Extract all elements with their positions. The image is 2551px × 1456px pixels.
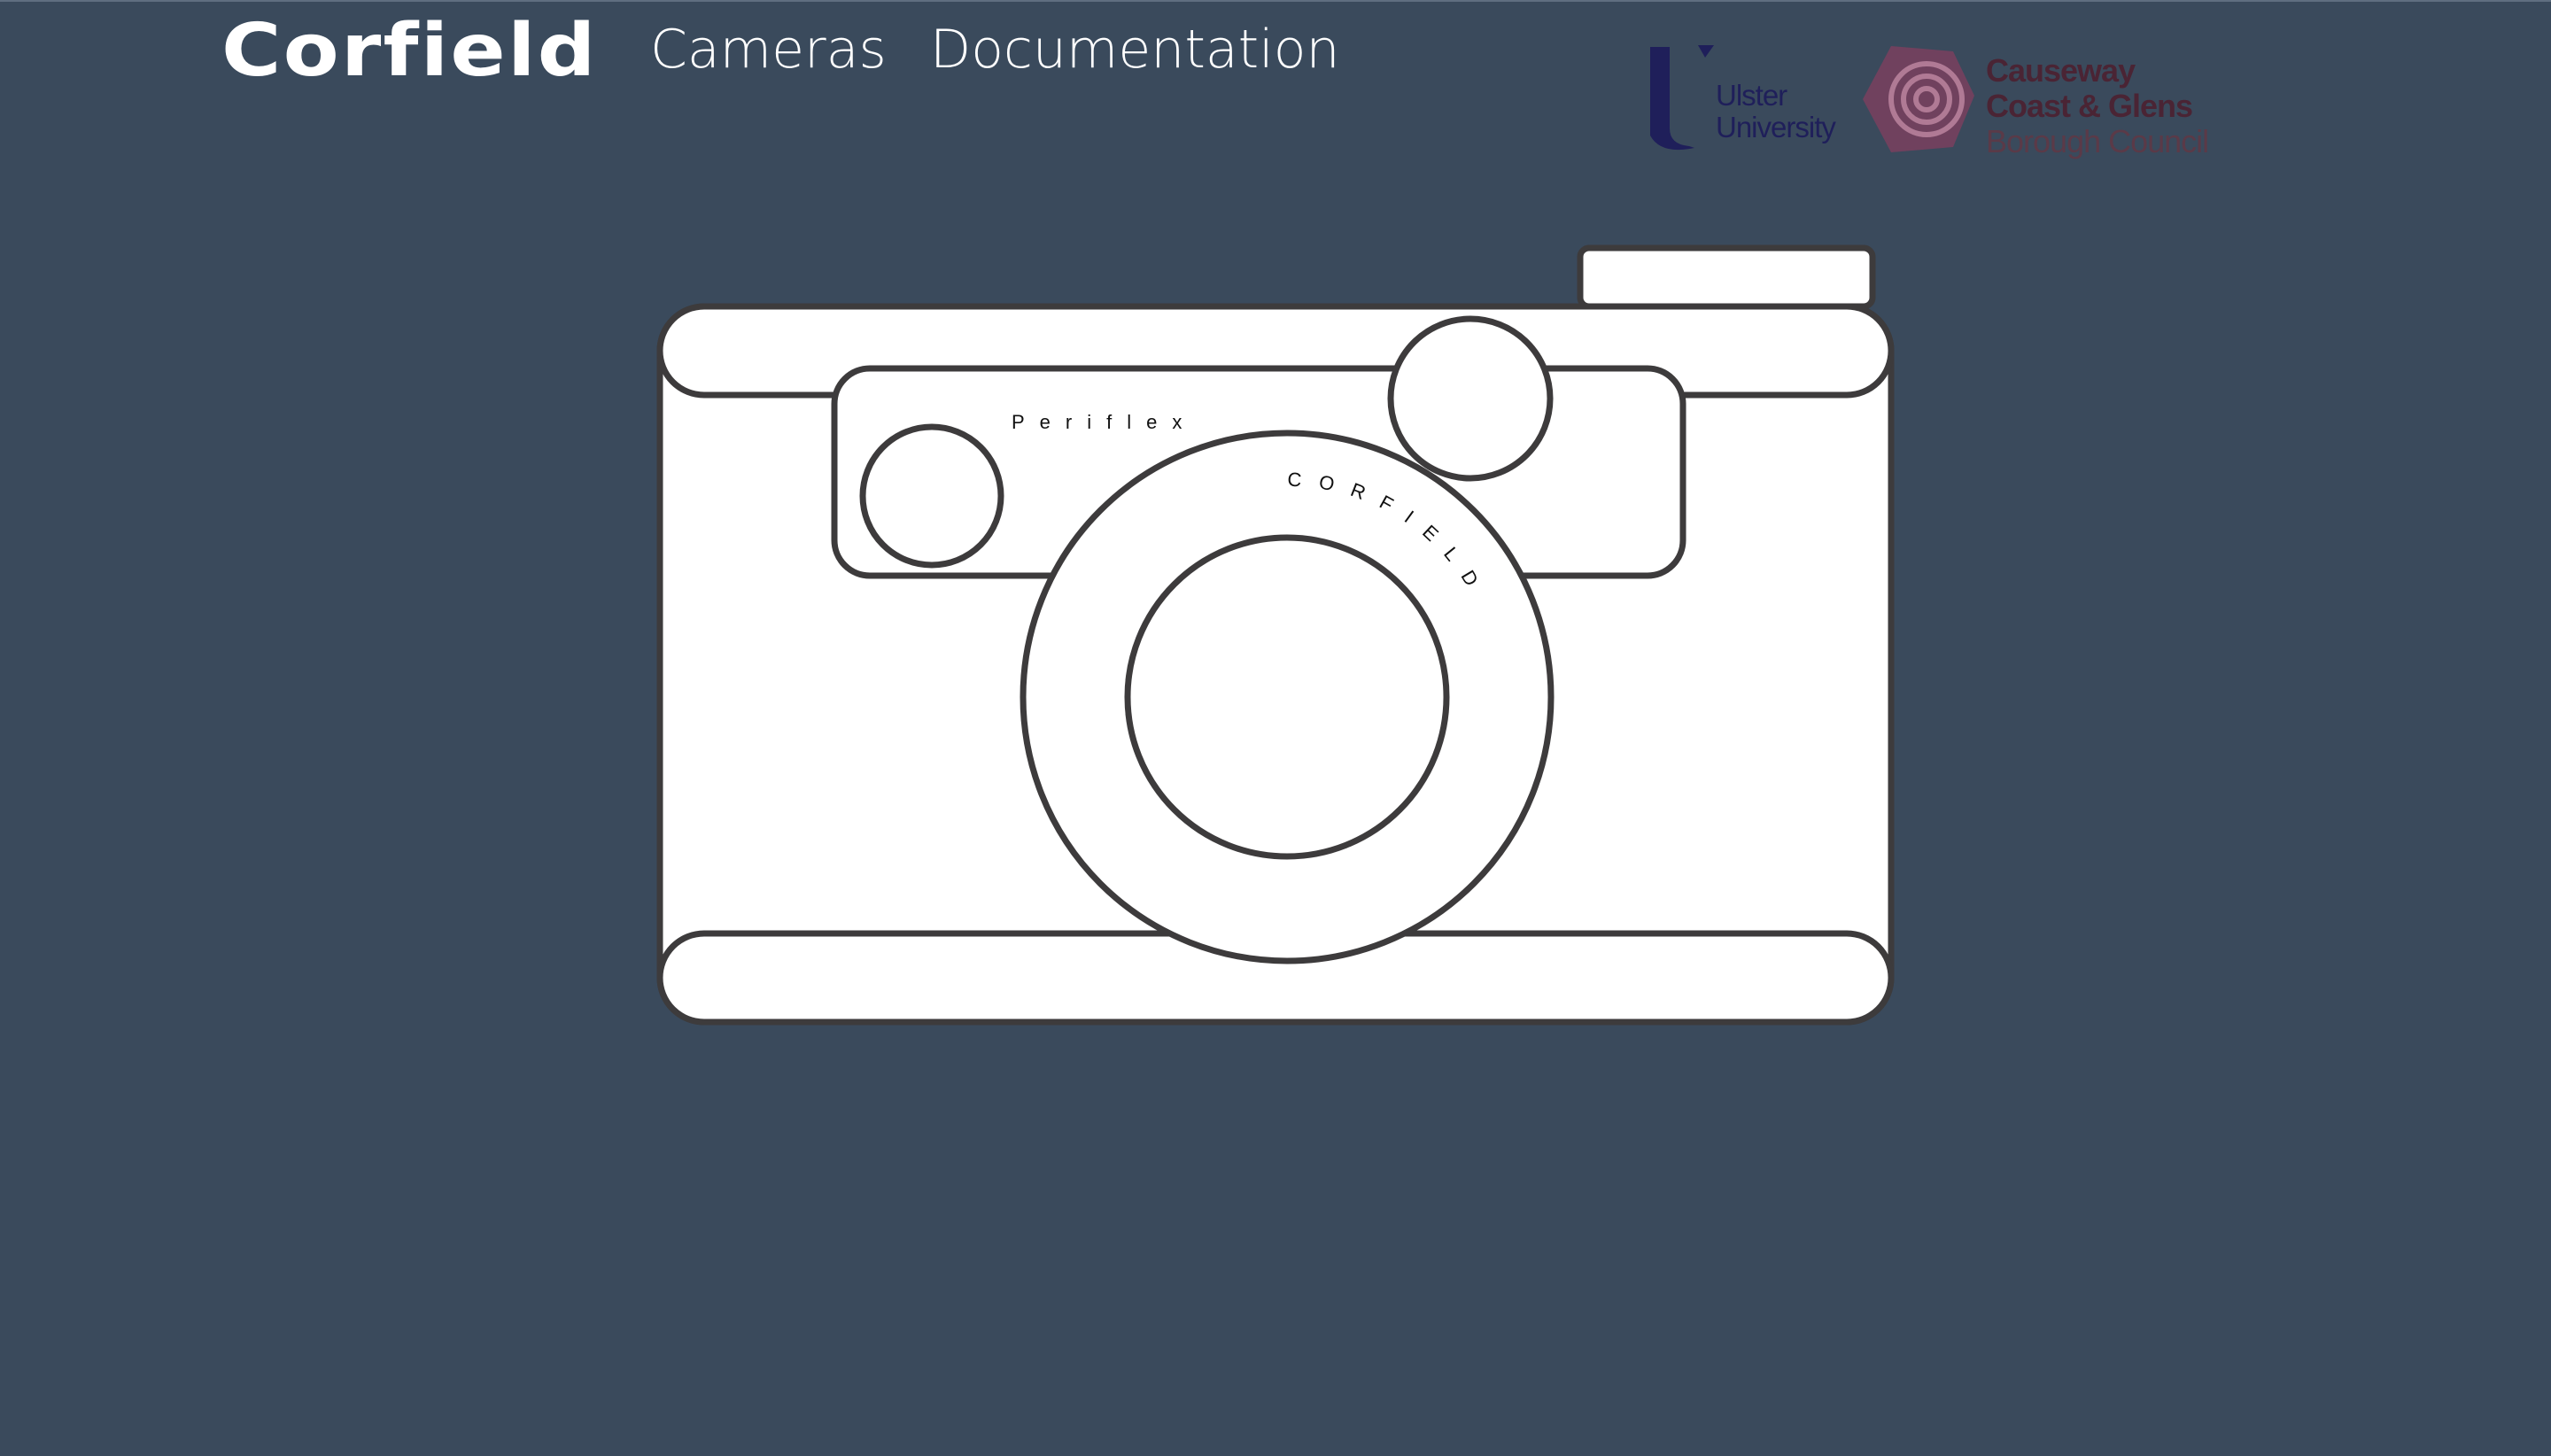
shutter-dial[interactable] <box>1387 315 1554 482</box>
camera-illustration[interactable]: Periflex CORFIELD <box>0 0 2551 1456</box>
rangefinder-window <box>859 423 1004 569</box>
camera-hot-shoe <box>1577 244 1876 310</box>
lens-glass[interactable] <box>1124 534 1450 860</box>
camera-model-label: Periflex <box>1012 411 1197 433</box>
